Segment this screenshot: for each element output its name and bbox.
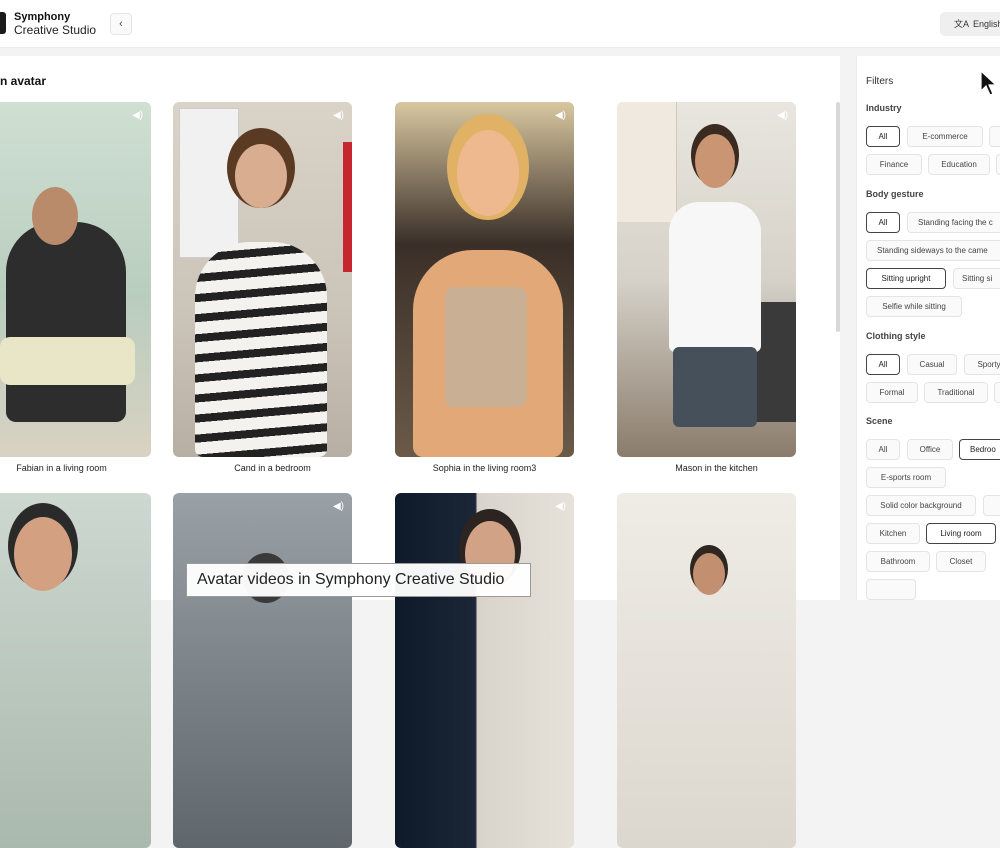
avatar-card[interactable] (617, 493, 796, 848)
avatar-thumbnail-poster-2 (343, 142, 352, 272)
avatar-card[interactable] (0, 493, 151, 848)
avatar-thumbnail-face (14, 517, 72, 591)
filter-chip-sitting-side[interactable]: Sitting si (953, 268, 1000, 289)
avatar-thumbnail-face (32, 187, 78, 245)
collapse-sidebar-button[interactable]: ‹ (110, 13, 132, 35)
chevron-left-icon: ‹ (119, 18, 123, 30)
avatar-thumbnail-cabinet (617, 102, 677, 222)
filters-title: Filters (866, 76, 894, 87)
filter-group-industry: Industry (866, 103, 902, 113)
speaker-icon[interactable]: ◀) (132, 110, 143, 121)
top-bar: Symphony Creative Studio ‹ 文A English (0, 0, 1000, 48)
avatar-thumbnail-prop (0, 337, 135, 385)
avatar-thumbnail-face (693, 553, 725, 595)
filter-chip-industry-more[interactable] (989, 126, 1000, 147)
avatar-caption: Cand in a bedroom (234, 463, 311, 473)
avatar-thumbnail-top (445, 287, 527, 407)
avatar-thumbnail-poster (179, 108, 239, 258)
filter-chip-formal[interactable]: Formal (866, 382, 918, 403)
avatar-card[interactable]: ◀) (173, 493, 352, 848)
filter-group-scene: Scene (866, 416, 893, 426)
filter-chip-scene-all[interactable]: All (866, 439, 900, 460)
filter-chip-living-room[interactable]: Living room (926, 523, 996, 544)
avatar-thumbnail (195, 242, 327, 457)
filter-chip-selfie-sitting[interactable]: Selfie while sitting (866, 296, 962, 317)
avatar-caption: Sophia in the living room3 (432, 463, 537, 473)
avatar-card[interactable]: ◀) (395, 493, 574, 848)
filter-chip-esports-room[interactable]: E-sports room (866, 467, 946, 488)
filter-group-body-gesture: Body gesture (866, 189, 924, 199)
filter-group-clothing-style: Clothing style (866, 331, 926, 341)
filter-chip-casual[interactable]: Casual (907, 354, 957, 375)
filter-chip-standing-sideways[interactable]: Standing sideways to the came (866, 240, 1000, 261)
speaker-icon[interactable]: ◀) (555, 501, 566, 512)
avatar-caption: Fabian in a living room (16, 463, 107, 473)
filter-chip-clothing-more[interactable] (994, 382, 1000, 403)
avatar-card[interactable]: ◀) (395, 102, 574, 457)
filter-chip-gesture-all[interactable]: All (866, 212, 900, 233)
translate-icon: 文A (954, 19, 970, 29)
filter-chip-kitchen[interactable]: Kitchen (866, 523, 920, 544)
avatar-thumbnail (6, 222, 126, 422)
filter-chip-clothing-all[interactable]: All (866, 354, 900, 375)
brand-subtitle: Creative Studio (14, 23, 97, 37)
mouse-cursor-icon (980, 70, 998, 96)
brand-name: Symphony (14, 11, 71, 23)
video-subtitle: Avatar videos in Symphony Creative Studi… (186, 563, 531, 597)
filter-chip-sitting-upright[interactable]: Sitting upright (866, 268, 946, 289)
avatar-card[interactable]: ◀) (617, 102, 796, 457)
avatar-card[interactable]: ◀) (173, 102, 352, 457)
filter-chip-sporty[interactable]: Sporty (964, 354, 1000, 375)
avatar-thumbnail (669, 202, 761, 352)
avatar-card[interactable]: ◀) (0, 102, 151, 457)
language-label: English (973, 19, 1000, 29)
avatar-thumbnail-face (695, 134, 735, 188)
filter-chip-industry-more-2[interactable] (996, 154, 1000, 175)
page-heading: n avatar (0, 74, 47, 88)
filter-chip-bathroom[interactable]: Bathroom (866, 551, 930, 572)
filter-chip-ecommerce[interactable]: E-commerce (907, 126, 983, 147)
speaker-icon[interactable]: ◀) (333, 501, 344, 512)
language-selector[interactable]: 文A English (940, 12, 1000, 36)
filter-chip-traditional[interactable]: Traditional (924, 382, 988, 403)
filter-chip-scene-more-2[interactable] (866, 579, 916, 600)
filter-chip-scene-more[interactable] (983, 495, 1000, 516)
speaker-icon[interactable]: ◀) (777, 110, 788, 121)
speaker-icon[interactable]: ◀) (333, 110, 344, 121)
filter-chip-solid-color-background[interactable]: Solid color background (866, 495, 976, 516)
filter-chip-office[interactable]: Office (907, 439, 953, 460)
filter-chip-education[interactable]: Education (928, 154, 990, 175)
avatar-thumbnail-shorts (673, 347, 757, 427)
gallery-scrollbar[interactable] (836, 102, 840, 332)
speaker-icon[interactable]: ◀) (555, 110, 566, 121)
filter-chip-standing-facing[interactable]: Standing facing the c (907, 212, 1000, 233)
filter-chip-closet[interactable]: Closet (936, 551, 986, 572)
avatar-thumbnail-face (457, 130, 519, 216)
filter-chip-bedroom[interactable]: Bedroo (959, 439, 1000, 460)
filter-chip-finance[interactable]: Finance (866, 154, 922, 175)
avatar-thumbnail-face (235, 144, 287, 208)
filter-chip-industry-all[interactable]: All (866, 126, 900, 147)
avatar-caption: Mason in the kitchen (675, 463, 758, 473)
brand-logo (0, 12, 6, 34)
filters-panel: Filters Industry All E-commerce Finance … (856, 56, 1000, 600)
